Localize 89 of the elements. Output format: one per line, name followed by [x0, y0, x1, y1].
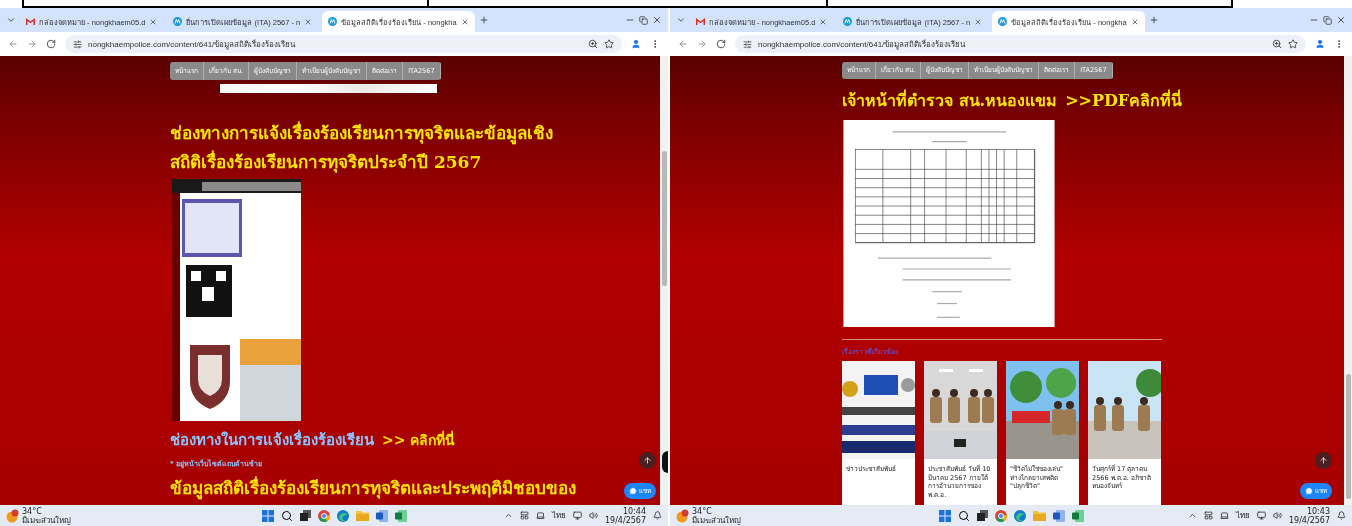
tray-chevron-icon[interactable] [1187, 511, 1197, 520]
browser-icon[interactable] [317, 509, 330, 522]
close-icon[interactable] [304, 17, 313, 26]
mail-icon [696, 18, 705, 25]
site-icon [328, 17, 338, 26]
link-label: ช่องทางในการแจ้งเรื่องร้องเรียน [170, 428, 374, 451]
forward-icon[interactable] [697, 39, 707, 49]
heading: เจ้าหน้าที่ตำรวจ สน.หนองแขม [842, 90, 1058, 111]
search-icon[interactable] [280, 509, 293, 522]
reload-icon[interactable] [46, 39, 56, 49]
language-indicator: ไทย [551, 510, 566, 522]
close-icon[interactable] [1130, 17, 1139, 26]
notification-icon[interactable] [1337, 511, 1346, 520]
restore-icon[interactable] [639, 15, 648, 25]
weather-icon [676, 508, 689, 523]
zoom-icon[interactable] [588, 39, 598, 49]
clock-time: 10:44 [622, 506, 646, 516]
document-icon[interactable] [375, 509, 388, 522]
pdf-link[interactable]: >>PDFคลิกที่นี่ [1065, 87, 1183, 113]
forward-icon[interactable] [27, 39, 37, 49]
weather-text: มีเมฆส่วนใหญ่ [692, 515, 741, 525]
close-icon[interactable] [460, 17, 469, 26]
close-icon[interactable] [149, 17, 158, 26]
chevron-down-icon[interactable] [676, 15, 686, 25]
task-view-icon[interactable] [976, 510, 988, 521]
document-icon[interactable] [1052, 509, 1065, 522]
laptop-icon[interactable] [535, 511, 545, 520]
weather-text: มีเมฆส่วนใหญ่ [22, 515, 71, 525]
site-icon [173, 17, 183, 26]
arrow-up-icon [643, 456, 652, 465]
task-view-icon[interactable] [299, 510, 311, 521]
reload-icon[interactable] [716, 39, 726, 49]
chevron-down-icon[interactable] [6, 15, 16, 25]
search-icon[interactable] [957, 509, 970, 522]
browser-icon[interactable] [994, 509, 1007, 522]
tray-chevron-icon[interactable] [503, 511, 513, 520]
heading: ข้อมูลสถิติเรื่องร้องเรียนการทุจริตและประพฤติมิชอบของ [170, 476, 576, 500]
site-icon [843, 17, 853, 26]
clock-time: 10:43 [1306, 506, 1330, 516]
clock-date: 19/4/2567 [604, 515, 646, 525]
close-icon[interactable] [652, 15, 662, 25]
scrollbar[interactable] [660, 56, 668, 505]
address-field[interactable]: nongkhaempolice.com/content/641/ข้อมูลสถิติเรื่องร้องเรียน [65, 35, 622, 53]
chat-icon [1305, 487, 1313, 495]
url-text: nongkhaempolice.com/content/641/ข้อมูลสถิติเรื่องร้องเรียน [758, 38, 966, 51]
heading: ช่องทางการแจ้งเรื่องร้องเรียนการทุจริตและข้อมูลเชิง สถิติเรื่องร้องเรียนการทุจริตประจำปี 2567 [170, 120, 553, 175]
restore-icon[interactable] [1323, 15, 1332, 25]
spreadsheet-icon[interactable] [394, 509, 407, 522]
laptop-icon[interactable] [1219, 511, 1229, 520]
notification-icon[interactable] [653, 511, 662, 520]
temperature-text: 34°C [22, 506, 43, 516]
profile-icon[interactable] [631, 39, 641, 49]
back-icon[interactable] [8, 39, 18, 49]
arrow-up-icon [1319, 456, 1328, 465]
site-settings-icon[interactable] [743, 39, 752, 49]
close-icon[interactable] [1336, 15, 1346, 25]
close-icon[interactable] [974, 17, 983, 26]
bookmark-star-icon[interactable] [604, 39, 614, 49]
windows-icon[interactable] [938, 509, 951, 522]
clock-date: 19/4/2567 [1288, 515, 1330, 525]
close-icon[interactable] [819, 17, 828, 26]
site-settings-icon[interactable] [73, 39, 82, 49]
temperature-text: 34°C [692, 506, 713, 516]
zoom-icon[interactable] [1272, 39, 1282, 49]
tray-app-icon[interactable] [519, 511, 529, 520]
profile-icon[interactable] [1315, 39, 1325, 49]
click-here-link[interactable]: >> คลิกที่นี่ [382, 429, 456, 451]
language-indicator: ไทย [1235, 510, 1250, 522]
volume-icon[interactable] [588, 511, 598, 520]
monitor-icon[interactable] [1256, 511, 1266, 520]
browser-icon[interactable] [336, 509, 349, 522]
windows-icon[interactable] [261, 509, 274, 522]
plus-icon[interactable] [1148, 15, 1159, 25]
plus-icon[interactable] [478, 15, 489, 25]
side-tab[interactable] [662, 451, 668, 473]
monitor-icon[interactable] [572, 511, 582, 520]
scrollbar[interactable] [1344, 56, 1352, 505]
address-field[interactable]: nongkhaempolice.com/content/641/ข้อมูลสถิติเรื่องร้องเรียน [735, 35, 1306, 53]
back-icon[interactable] [678, 39, 688, 49]
spreadsheet-icon[interactable] [1071, 509, 1084, 522]
bookmark-star-icon[interactable] [1288, 39, 1298, 49]
browser-icon[interactable] [1013, 509, 1026, 522]
weather-icon [6, 508, 19, 523]
chat-icon [629, 487, 637, 495]
mail-icon [26, 18, 35, 25]
volume-icon[interactable] [1272, 511, 1282, 520]
tray-app-icon[interactable] [1203, 511, 1213, 520]
site-icon [998, 17, 1008, 26]
url-text: nongkhaempolice.com/content/641/ข้อมูลสถิติเรื่องร้องเรียน [88, 38, 296, 51]
